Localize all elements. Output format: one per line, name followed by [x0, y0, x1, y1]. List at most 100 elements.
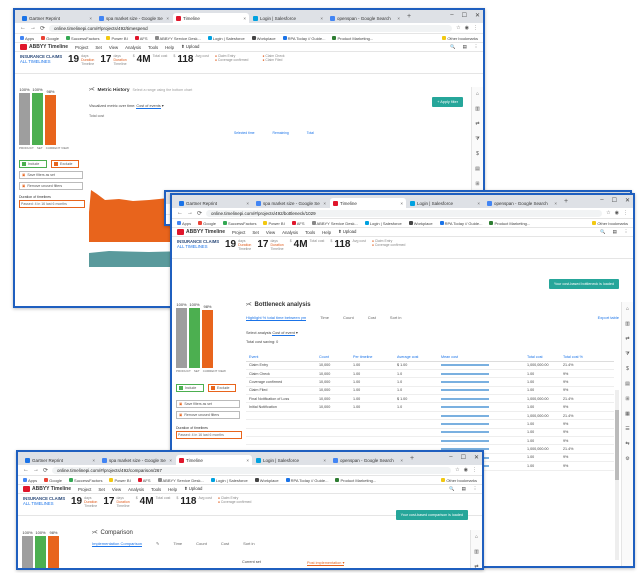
- time-tab[interactable]: Time: [320, 315, 329, 321]
- post-implementation-select[interactable]: Post implementation ▾: [307, 560, 345, 566]
- tab-timeline[interactable]: Timeline ×: [330, 198, 406, 208]
- tree-icon[interactable]: ⊞: [475, 181, 479, 187]
- bookmark-item[interactable]: RPA Today // Guide...: [439, 221, 482, 226]
- cost-icon[interactable]: $: [626, 366, 629, 372]
- tab-google-search[interactable]: spa market size - Google Se ×: [96, 13, 172, 23]
- table-row[interactable]: Coverage confirmed 10,000 1.00 1.0 1.00 9%: [246, 377, 614, 387]
- search-icon[interactable]: 🔍: [450, 44, 455, 50]
- forward-icon[interactable]: →: [33, 467, 39, 473]
- bar-chart-icon[interactable]: ▦: [625, 411, 630, 417]
- tab-google-search[interactable]: spa market size - Google Se ×: [99, 455, 175, 465]
- analysis-select[interactable]: Select analysis Cost of event ▾: [246, 330, 619, 336]
- bookmark-item[interactable]: ABBYY Service Desk...: [311, 221, 358, 226]
- bookmark-item[interactable]: Workplace: [254, 478, 279, 483]
- count-tab[interactable]: Count: [343, 315, 354, 321]
- bookmark-item[interactable]: Google: [41, 36, 59, 41]
- home-icon[interactable]: ⌂: [476, 91, 479, 97]
- menu-set[interactable]: Set: [98, 487, 104, 492]
- close-icon[interactable]: ×: [243, 16, 246, 21]
- bookmark-item[interactable]: AFS: [291, 221, 305, 226]
- menu-analysis[interactable]: Analysis: [125, 45, 141, 50]
- more-icon[interactable]: ⋮: [473, 486, 477, 492]
- upload-button[interactable]: ⬆ Upload: [181, 44, 199, 50]
- list-icon[interactable]: ☰: [625, 426, 629, 432]
- tab-openspan[interactable]: openspan - Google Search ×: [330, 455, 406, 465]
- tree-icon[interactable]: ⊞: [625, 396, 629, 402]
- new-tab-button[interactable]: +: [407, 455, 417, 462]
- bookmark-item[interactable]: Apps: [177, 221, 191, 226]
- reload-icon[interactable]: ⟳: [43, 467, 48, 474]
- cost-tab[interactable]: Cost: [221, 541, 229, 547]
- back-icon[interactable]: ←: [177, 210, 183, 216]
- bookmark-item[interactable]: Product Marketing...: [489, 221, 530, 226]
- menu-set[interactable]: Set: [252, 230, 258, 235]
- duration-filter[interactable]: Duration of timelines Passed: 4 in 16 las…: [19, 195, 85, 208]
- flow-icon[interactable]: ⇄: [474, 564, 478, 568]
- star-icon[interactable]: ☆: [606, 210, 610, 216]
- bookmark-item[interactable]: ABBYY Service Desk...: [157, 478, 204, 483]
- tab-gartner[interactable]: Gartner Reprint ×: [176, 198, 252, 208]
- remove-filters-button[interactable]: ▣ Remove unused filters: [19, 182, 83, 190]
- bookmark-item[interactable]: Workplace: [251, 36, 276, 41]
- menu-tools[interactable]: Tools: [148, 45, 158, 50]
- menu-help[interactable]: Help: [168, 487, 177, 492]
- menu-project[interactable]: Project: [232, 230, 245, 235]
- sort-tab[interactable]: Sort in: [243, 541, 255, 547]
- star-icon[interactable]: ☆: [456, 25, 460, 31]
- bookmark-item[interactable]: Workplace: [408, 221, 433, 226]
- save-filters-button[interactable]: ▣ Save filters as set: [19, 171, 83, 179]
- chart-icon[interactable]: ▥: [625, 321, 630, 327]
- menu-view[interactable]: View: [266, 230, 275, 235]
- chart-icon[interactable]: ▥: [474, 549, 479, 555]
- home-icon[interactable]: ⌂: [626, 306, 629, 312]
- reload-icon[interactable]: ⟳: [40, 25, 45, 32]
- url-field[interactable]: online.timelinepi.com/#/projects/492/bot…: [206, 209, 603, 217]
- bookmark-item[interactable]: Power BI: [106, 36, 128, 41]
- tab-gartner[interactable]: Gartner Reprint ×: [19, 13, 95, 23]
- bookmark-item[interactable]: Other bookmarks: [442, 36, 478, 41]
- close-icon[interactable]: ×: [166, 16, 169, 21]
- filter-icon[interactable]: ⧩: [475, 136, 479, 142]
- table-row[interactable]: Claim Filed 10,000 1.00 1.0 1.00 9%: [246, 386, 614, 396]
- menu-set[interactable]: Set: [95, 45, 101, 50]
- url-field[interactable]: online.timelinepi.com/#/projects/492/com…: [52, 466, 452, 474]
- bookmark-item[interactable]: Other bookmarks: [592, 221, 628, 226]
- close-icon[interactable]: ×: [397, 16, 400, 21]
- comparison-select[interactable]: Implementation Comparison: [92, 541, 143, 547]
- minimize-icon[interactable]: –: [449, 454, 452, 461]
- close-icon[interactable]: ×: [400, 201, 403, 206]
- close-icon[interactable]: ×: [320, 16, 323, 21]
- bookmark-item[interactable]: Power BI: [109, 478, 131, 483]
- bookmark-item[interactable]: Login | Salesforce: [207, 36, 245, 41]
- close-icon[interactable]: ×: [246, 201, 249, 206]
- flow-icon[interactable]: ⇄: [475, 121, 479, 127]
- col-event[interactable]: Event: [246, 354, 316, 362]
- close-icon[interactable]: ×: [477, 201, 480, 206]
- url-field[interactable]: online.timelinepi.com/#/projects/492/tim…: [49, 24, 453, 32]
- close-window-icon[interactable]: ✕: [625, 197, 630, 204]
- menu-project[interactable]: Project: [75, 45, 88, 50]
- remove-filters-button[interactable]: ▣ Remove unused filters: [176, 411, 240, 419]
- maximize-icon[interactable]: ☐: [461, 454, 466, 461]
- forward-icon[interactable]: →: [187, 210, 193, 216]
- close-icon[interactable]: ×: [92, 458, 95, 463]
- tab-openspan[interactable]: openspan - Google Search ×: [484, 198, 560, 208]
- group-icon[interactable]: ▤: [625, 381, 630, 387]
- bookmark-item[interactable]: AFS: [137, 478, 151, 483]
- apply-filter-button[interactable]: + Apply filter: [432, 97, 463, 107]
- folder-icon[interactable]: ▤: [463, 44, 467, 50]
- bookmark-item[interactable]: ABBYY Service Desk...: [154, 36, 201, 41]
- search-icon[interactable]: 🔍: [449, 486, 454, 492]
- col-count[interactable]: Count: [316, 354, 350, 362]
- all-timelines-link[interactable]: ALL TIMELINES: [23, 501, 65, 506]
- new-tab-button[interactable]: +: [404, 13, 414, 20]
- settings-icon[interactable]: ⚙: [625, 456, 629, 462]
- extension-icon[interactable]: ◉: [615, 210, 619, 216]
- menu-help[interactable]: Help: [165, 45, 174, 50]
- sort-tab[interactable]: Sort in: [390, 315, 402, 321]
- menu-analysis[interactable]: Analysis: [128, 487, 144, 492]
- bookmark-item[interactable]: Login | Salesforce: [210, 478, 248, 483]
- bookmark-item[interactable]: Power BI: [263, 221, 285, 226]
- close-icon[interactable]: ×: [400, 458, 403, 463]
- bookmark-item[interactable]: Apps: [23, 478, 37, 483]
